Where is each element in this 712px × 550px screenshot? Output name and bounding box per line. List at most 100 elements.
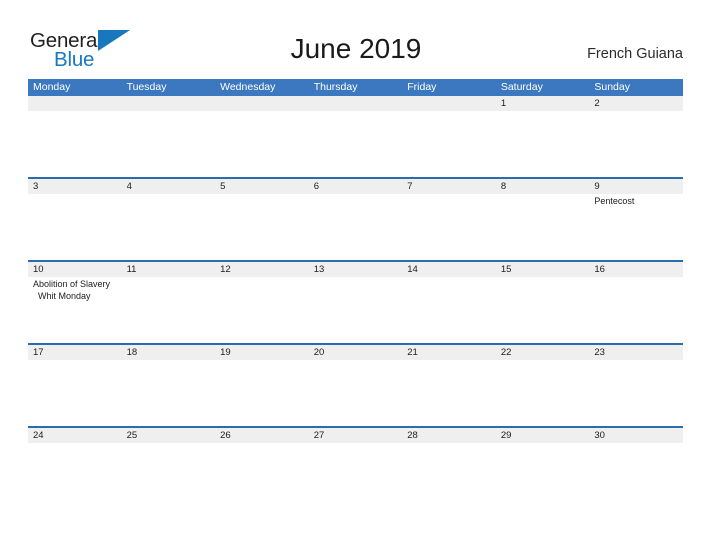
day-number[interactable]: 28 (402, 428, 496, 443)
day-cell[interactable] (122, 194, 216, 260)
day-number[interactable]: 23 (589, 345, 683, 360)
day-number[interactable] (28, 96, 122, 111)
day-number[interactable]: 22 (496, 345, 590, 360)
day-cell[interactable]: Pentecost (589, 194, 683, 260)
day-number[interactable]: 12 (215, 262, 309, 277)
day-number[interactable] (122, 96, 216, 111)
day-number[interactable]: 20 (309, 345, 403, 360)
day-number[interactable]: 7 (402, 179, 496, 194)
day-number[interactable]: 9 (589, 179, 683, 194)
day-number[interactable]: 4 (122, 179, 216, 194)
day-cell[interactable] (215, 194, 309, 260)
week-date-strip: 17 18 19 20 21 22 23 (28, 345, 683, 360)
week-body-row (28, 443, 683, 483)
day-cell[interactable] (215, 277, 309, 343)
day-cell[interactable] (28, 194, 122, 260)
region-label: French Guiana (587, 46, 683, 62)
weekday-header-monday: Monday (33, 81, 71, 93)
day-number[interactable]: 8 (496, 179, 590, 194)
week-body-row: Abolition of Slavery Whit Monday (28, 277, 683, 343)
day-number[interactable]: 21 (402, 345, 496, 360)
day-cell[interactable] (28, 360, 122, 426)
day-cell[interactable] (122, 443, 216, 483)
day-number[interactable]: 5 (215, 179, 309, 194)
day-cell[interactable] (402, 443, 496, 483)
day-cell[interactable] (309, 277, 403, 343)
weekday-header-saturday: Saturday (500, 81, 543, 93)
week-date-strip: 24 25 26 27 28 29 30 (28, 428, 683, 443)
day-cell[interactable] (589, 443, 683, 483)
weekday-header-thursday: Thursday (313, 81, 358, 93)
day-cell[interactable] (496, 277, 590, 343)
day-number[interactable]: 27 (309, 428, 403, 443)
day-cell[interactable] (122, 360, 216, 426)
calendar-week-row: 10 11 12 13 14 15 16 Abolition of Slaver… (28, 260, 683, 343)
holiday-event: Whit Monday (38, 290, 91, 301)
weekday-header-friday: Friday (407, 81, 437, 93)
calendar-week-row: 24 25 26 27 28 29 30 (28, 426, 683, 483)
day-number[interactable]: 26 (215, 428, 309, 443)
day-cell[interactable] (309, 360, 403, 426)
day-number[interactable]: 1 (496, 96, 590, 111)
day-cell[interactable] (402, 360, 496, 426)
holiday-event: Pentecost (594, 196, 635, 206)
weekday-header-row: Monday Tuesday Wednesday Thursday Friday… (28, 79, 683, 96)
calendar-week-row: 1 2 (28, 96, 683, 177)
day-cell[interactable]: Abolition of Slavery Whit Monday (28, 277, 122, 343)
day-number[interactable]: 19 (215, 345, 309, 360)
day-cell[interactable] (496, 443, 590, 483)
day-number[interactable]: 3 (28, 179, 122, 194)
day-number[interactable] (402, 96, 496, 111)
day-number[interactable]: 29 (496, 428, 590, 443)
week-date-strip: 3 4 5 6 7 8 9 (28, 179, 683, 194)
weekday-header-wednesday: Wednesday (220, 81, 276, 93)
day-cell[interactable] (589, 111, 683, 177)
day-cell[interactable] (122, 277, 216, 343)
day-cell[interactable] (496, 194, 590, 260)
day-cell[interactable] (402, 277, 496, 343)
calendar-page: General Blue June 2019 French Guiana Mon… (0, 0, 712, 550)
day-cell[interactable] (215, 443, 309, 483)
day-cell[interactable] (589, 277, 683, 343)
weekday-header-sunday: Sunday (594, 81, 630, 93)
day-number[interactable]: 16 (589, 262, 683, 277)
day-number[interactable]: 13 (309, 262, 403, 277)
day-number[interactable]: 24 (28, 428, 122, 443)
day-cell[interactable] (309, 443, 403, 483)
week-date-strip: 10 11 12 13 14 15 16 (28, 262, 683, 277)
day-cell[interactable] (496, 111, 590, 177)
day-number[interactable] (215, 96, 309, 111)
day-number[interactable]: 11 (122, 262, 216, 277)
day-number[interactable]: 6 (309, 179, 403, 194)
day-cell[interactable] (28, 111, 122, 177)
day-cell[interactable] (28, 443, 122, 483)
day-cell[interactable] (589, 360, 683, 426)
holiday-event: Abolition of Slavery (33, 279, 111, 289)
weekday-header-tuesday: Tuesday (126, 81, 167, 93)
day-number[interactable]: 18 (122, 345, 216, 360)
week-body-row (28, 111, 683, 177)
page-header: General Blue June 2019 French Guiana (0, 0, 712, 78)
day-cell[interactable] (309, 111, 403, 177)
day-cell[interactable] (402, 194, 496, 260)
day-number[interactable]: 30 (589, 428, 683, 443)
week-body-row (28, 360, 683, 426)
day-number[interactable]: 17 (28, 345, 122, 360)
week-date-strip: 1 2 (28, 96, 683, 111)
day-cell[interactable] (215, 360, 309, 426)
day-cell[interactable] (496, 360, 590, 426)
day-number[interactable]: 2 (589, 96, 683, 111)
day-number[interactable]: 25 (122, 428, 216, 443)
day-number[interactable]: 10 (28, 262, 122, 277)
week-body-row: Pentecost (28, 194, 683, 260)
calendar-week-row: 17 18 19 20 21 22 23 (28, 343, 683, 426)
day-cell[interactable] (122, 111, 216, 177)
calendar-week-row: 3 4 5 6 7 8 9 Pentecost (28, 177, 683, 260)
day-cell[interactable] (215, 111, 309, 177)
day-number[interactable]: 15 (496, 262, 590, 277)
calendar-grid: Monday Tuesday Wednesday Thursday Friday… (28, 79, 683, 483)
day-cell[interactable] (309, 194, 403, 260)
day-number[interactable]: 14 (402, 262, 496, 277)
day-number[interactable] (309, 96, 403, 111)
day-cell[interactable] (402, 111, 496, 177)
